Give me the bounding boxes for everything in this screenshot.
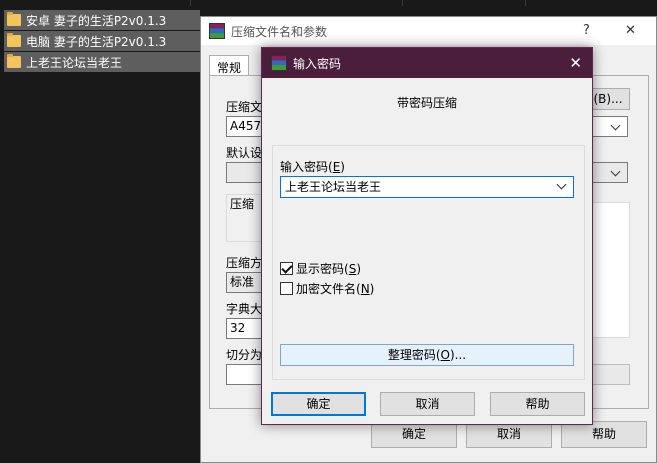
file-name: 电脑 妻子的生活P2v0.1.3 [26,34,167,49]
file-name: 安卓 妻子的生活P2v0.1.3 [26,13,167,28]
checkbox-suffix: ) [356,261,361,276]
password-dialog-titlebar: 输入密码 ✕ [262,48,592,78]
close-icon[interactable]: ✕ [569,54,582,72]
checkbox-checked [280,262,293,275]
column-divider [402,0,403,6]
cancel-button[interactable]: 取消 [380,392,475,416]
help-button[interactable]: 帮助 [490,392,585,416]
button-text: 整理密码( [387,348,441,362]
file-item[interactable]: 上老王论坛当老王 [4,52,200,72]
show-password-checkbox[interactable]: 显示密码(S) [280,260,361,277]
format-group: 压缩 [226,194,266,242]
button-accesskey: O [440,348,450,362]
checkbox-label: 加密文件名( [296,282,361,296]
chevron-down-icon [610,166,621,177]
dialog-heading: 带密码压缩 [396,96,457,110]
label-suffix: ) [340,160,345,174]
dialog-title: 压缩文件名和参数 [231,24,328,39]
folder-icon [7,12,21,26]
button-suffix: )... [450,348,467,362]
checkbox-unchecked [280,282,293,295]
dictionary-label: 字典大 [226,302,263,316]
column-divider [525,0,526,6]
winrar-icon [271,55,287,71]
organize-passwords-button[interactable]: 整理密码(O)... [280,344,574,366]
password-dialog: 输入密码 ✕ 带密码压缩 输入密码(E) 上老王论坛当老王 显示密码(S) 加密… [261,47,593,425]
file-name: 上老王论坛当老王 [26,55,123,70]
chevron-down-icon [556,179,567,190]
dialog-titlebar: 压缩文件名和参数 ? ✕ [201,17,656,45]
cancel-button[interactable]: 取消 [466,421,552,448]
ok-button[interactable]: 确定 [271,392,366,416]
folder-icon [7,54,21,68]
format-group-label: 压缩 [230,197,255,211]
split-label: 切分为 [226,348,263,362]
options-box [590,202,630,338]
chevron-down-icon [610,120,621,131]
close-icon[interactable]: ✕ [625,23,636,38]
compression-method-label: 压缩方 [226,256,263,270]
archive-name-label: 压缩文 [226,100,263,114]
password-value: 上老王论坛当老王 [285,180,382,194]
help-icon[interactable]: ? [583,23,590,38]
help-button[interactable]: 帮助 [561,421,647,448]
default-settings-label: 默认设 [226,146,263,160]
ok-button[interactable]: 确定 [371,421,457,448]
enter-password-label: 输入密码(E) [280,158,345,175]
checkbox-accesskey: S [348,261,357,276]
checkbox-accesskey: N [360,281,370,296]
compression-method-value: 标准 [230,275,255,289]
dictionary-value: 32 [230,321,246,335]
file-item[interactable]: 安卓 妻子的生活P2v0.1.3 [4,10,200,30]
encrypt-names-checkbox[interactable]: 加密文件名(N) [280,280,374,297]
password-dialog-title: 输入密码 [293,56,342,71]
winrar-icon [209,23,225,39]
checkbox-suffix: ) [369,281,375,296]
set-password-button[interactable] [590,364,630,385]
folder-icon [7,33,21,47]
column-divider [190,0,191,6]
file-item[interactable]: 电脑 妻子的生活P2v0.1.3 [4,31,200,51]
password-combo[interactable]: 上老王论坛当老王 [280,176,574,198]
label-text: 输入密码( [280,160,333,174]
checkbox-label: 显示密码( [296,262,349,276]
